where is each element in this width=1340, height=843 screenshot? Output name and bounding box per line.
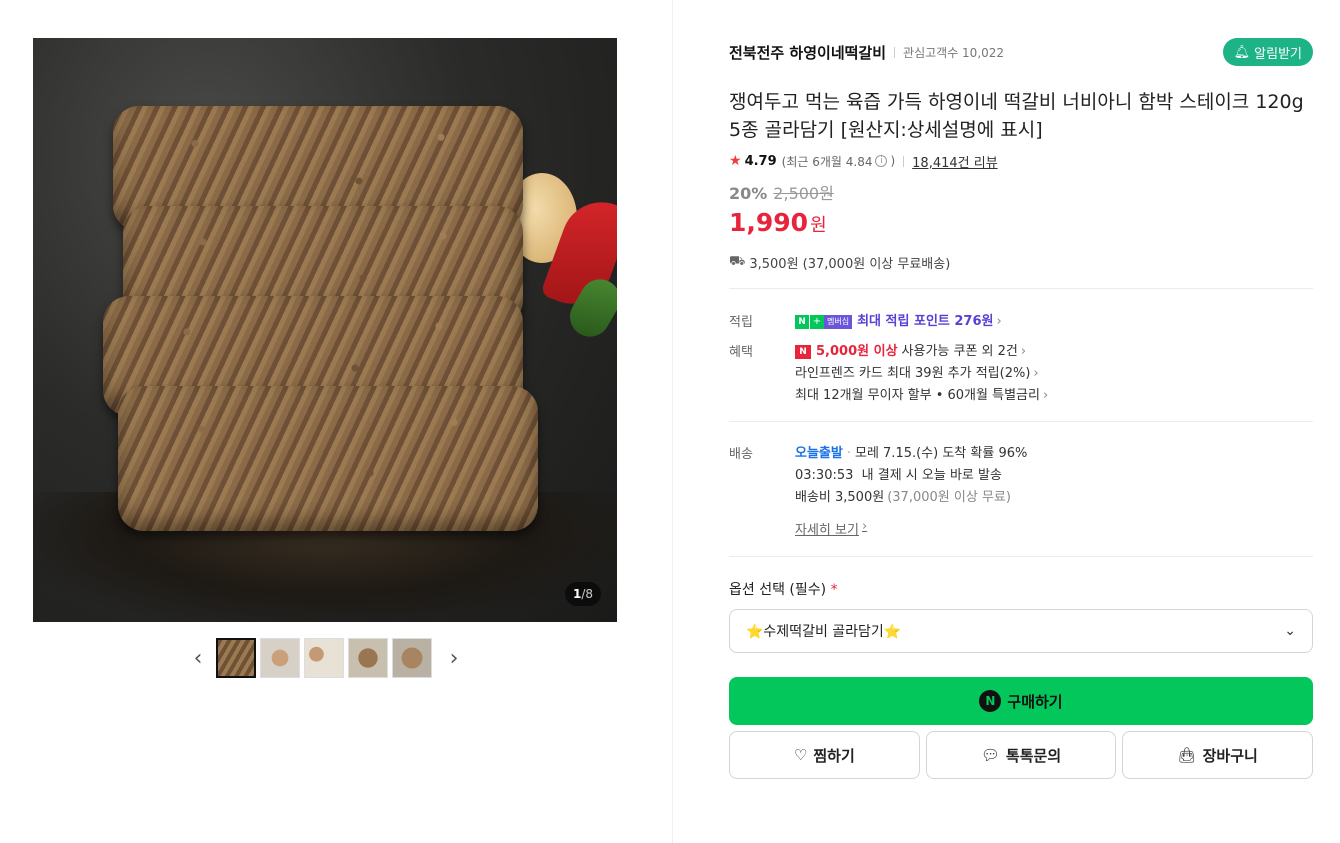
max-points-text: 최대 적립 포인트 276원 bbox=[857, 314, 994, 329]
secondary-actions: ♡ 찜하기 💬︎ 톡톡문의 👜︎ 장바구니 bbox=[729, 731, 1314, 779]
wish-button-label: 찜하기 bbox=[813, 746, 855, 765]
product-info: 전북전주 하영이네떡갈비 관심고객수 10,022 🔔︎ 알림받기 쟁여두고 먹… bbox=[729, 38, 1314, 779]
truck-icon: ⛟ bbox=[729, 253, 746, 269]
buy-button-label: 구매하기 bbox=[1007, 692, 1063, 711]
product-gallery: 1/8 bbox=[33, 38, 617, 622]
original-price: 2,500원 bbox=[773, 184, 834, 203]
section-divider bbox=[729, 288, 1313, 289]
delivery-fee-note: (37,000원 이상 무료) bbox=[887, 490, 1011, 505]
benefits-section: 혜택 N 5,000원 이상 사용가능 쿠폰 외 2건 › 라인프렌즈 카드 최… bbox=[729, 341, 1313, 407]
thumbnail-5[interactable] bbox=[392, 638, 432, 678]
coupon-line[interactable]: N 5,000원 이상 사용가능 쿠폰 외 2건 › bbox=[795, 341, 1313, 363]
benefits-label: 혜택 bbox=[729, 345, 753, 360]
recent-rating-prefix: (최근 6개월 4.84 bbox=[781, 154, 873, 169]
shipping-summary: 3,500원 (37,000원 이상 무료배송) bbox=[749, 256, 951, 272]
card-benefit-line[interactable]: 라인프렌즈 카드 최대 39원 추가 적립(2%) › bbox=[795, 363, 1313, 385]
chevron-right-icon: › bbox=[996, 314, 1002, 329]
chevron-right-icon: › bbox=[861, 519, 868, 534]
thumbnail-strip: ‹ › bbox=[188, 638, 464, 678]
info-icon[interactable]: i bbox=[875, 155, 888, 167]
chat-bubble-icon: 💬︎ bbox=[980, 746, 1000, 764]
chevron-down-icon: ⌄ bbox=[1284, 623, 1296, 639]
delivery-detail-link[interactable]: 자세히 보기 › bbox=[795, 519, 867, 538]
coupon-text: 사용가능 쿠폰 외 2건 bbox=[901, 344, 1018, 359]
option-select[interactable]: ⭐수제떡갈비 골라담기⭐ ⌄ bbox=[729, 609, 1313, 653]
shopping-bag-icon: 👜︎ bbox=[1177, 746, 1197, 764]
npay-membership-badge: N + 멤버십 bbox=[795, 315, 853, 329]
dot-separator: · bbox=[846, 446, 851, 461]
store-divider bbox=[894, 46, 896, 58]
rating-value: 4.79 bbox=[744, 153, 777, 169]
alarm-button-label: 알림받기 bbox=[1254, 46, 1302, 62]
section-divider bbox=[729, 556, 1313, 557]
chevron-left-icon[interactable]: ‹ bbox=[188, 638, 208, 678]
bell-plus-icon: 🔔︎ bbox=[1233, 44, 1251, 60]
star-icon: ★ bbox=[729, 153, 742, 169]
price-unit: 원 bbox=[810, 215, 827, 236]
installment-line[interactable]: 최대 12개월 무이자 할부 • 60개월 특별금리 › bbox=[795, 385, 1313, 407]
option-selected-value: ⭐수제떡갈비 골라담기⭐ bbox=[746, 624, 902, 640]
option-label: 옵션 선택 (필수) bbox=[729, 582, 827, 598]
review-count-link[interactable]: 18,414건 리뷰 bbox=[912, 152, 998, 171]
thumbnail-1[interactable] bbox=[216, 638, 256, 678]
cart-button-label: 장바구니 bbox=[1202, 746, 1258, 765]
chevron-right-icon[interactable]: › bbox=[444, 638, 464, 678]
delivery-label: 배송 bbox=[729, 447, 753, 462]
image-counter: 1/8 bbox=[564, 582, 601, 606]
points-line[interactable]: N + 멤버십 최대 적립 포인트 276원 › bbox=[795, 311, 1313, 333]
naver-pay-icon: N bbox=[979, 690, 1002, 712]
section-divider bbox=[729, 421, 1313, 422]
talk-button-label: 톡톡문의 bbox=[1005, 746, 1062, 765]
deadline-text: 03:30:53 내 결제 시 오늘 바로 발송 bbox=[795, 468, 1002, 483]
arrival-text: 모레 7.15.(수) 도착 확률 96% bbox=[854, 446, 1028, 461]
coupon-badge: N bbox=[795, 345, 811, 359]
main-product-image[interactable]: 1/8 bbox=[33, 38, 617, 622]
detail-link-label: 자세히 보기 bbox=[795, 523, 859, 538]
discount-percent: 20% bbox=[729, 184, 768, 203]
patty-stack-image bbox=[103, 106, 543, 566]
deadline-line: 03:30:53 내 결제 시 오늘 바로 발송 bbox=[795, 465, 1313, 487]
shipping-summary-row: ⛟ 3,500원 (37,000원 이상 무료배송) bbox=[729, 252, 1313, 272]
thumbnail-4[interactable] bbox=[348, 638, 388, 678]
discount-row: 20% 2,500원 bbox=[729, 180, 1313, 204]
arrival-line: 오늘출발 · 모레 7.15.(수) 도착 확률 96% bbox=[795, 443, 1313, 465]
sale-price: 1,990 bbox=[729, 208, 809, 237]
price-row: 1,990 원 bbox=[729, 208, 1313, 242]
card-benefit-text: 라인프렌즈 카드 최대 39원 추가 적립(2%) bbox=[795, 366, 1031, 381]
heart-icon: ♡ bbox=[793, 746, 808, 764]
buy-button[interactable]: N 구매하기 bbox=[729, 677, 1313, 725]
coupon-amount: 5,000원 이상 bbox=[816, 344, 898, 359]
required-mark: * bbox=[830, 582, 838, 598]
points-section: 적립 N + 멤버십 최대 적립 포인트 276원 › bbox=[729, 311, 1313, 333]
today-ship-badge: 오늘출발 bbox=[795, 446, 843, 461]
delivery-fee: 배송비 3,500원 bbox=[795, 490, 885, 505]
installment-text: 최대 12개월 무이자 할부 • 60개월 특별금리 bbox=[795, 388, 1040, 403]
thumbnail-2[interactable] bbox=[260, 638, 300, 678]
option-label-row: 옵션 선택 (필수) * bbox=[729, 579, 1313, 599]
chevron-right-icon: › bbox=[1042, 388, 1049, 403]
recent-rating-suffix: ) bbox=[890, 154, 896, 168]
rating-row: ★ 4.79 (최근 6개월 4.84 i ) 18,414건 리뷰 bbox=[729, 150, 1313, 172]
thumbnail-3[interactable] bbox=[304, 638, 344, 678]
wish-button[interactable]: ♡ 찜하기 bbox=[729, 731, 920, 779]
column-divider bbox=[672, 0, 673, 843]
store-name[interactable]: 전북전주 하영이네떡갈비 bbox=[729, 42, 886, 63]
points-label: 적립 bbox=[729, 315, 753, 330]
alarm-button[interactable]: 🔔︎ 알림받기 bbox=[1222, 38, 1313, 66]
talk-inquiry-button[interactable]: 💬︎ 톡톡문의 bbox=[925, 731, 1117, 779]
delivery-section: 배송 오늘출발 · 모레 7.15.(수) 도착 확률 96% 03:30:53… bbox=[729, 443, 1313, 538]
image-counter-total: 8 bbox=[585, 587, 593, 601]
follower-count: 관심고객수 10,022 bbox=[903, 45, 1005, 60]
chevron-right-icon: › bbox=[1020, 344, 1027, 359]
rating-divider bbox=[903, 155, 905, 167]
chevron-right-icon: › bbox=[1033, 366, 1039, 381]
store-row: 전북전주 하영이네떡갈비 관심고객수 10,022 🔔︎ 알림받기 bbox=[729, 38, 1313, 66]
cart-button[interactable]: 👜︎ 장바구니 bbox=[1122, 731, 1314, 779]
delivery-fee-line: 배송비 3,500원 (37,000원 이상 무료) bbox=[795, 487, 1313, 509]
product-title: 쟁여두고 먹는 육즙 가득 하영이네 떡갈비 너비아니 함박 스테이크 120g… bbox=[729, 91, 1304, 141]
